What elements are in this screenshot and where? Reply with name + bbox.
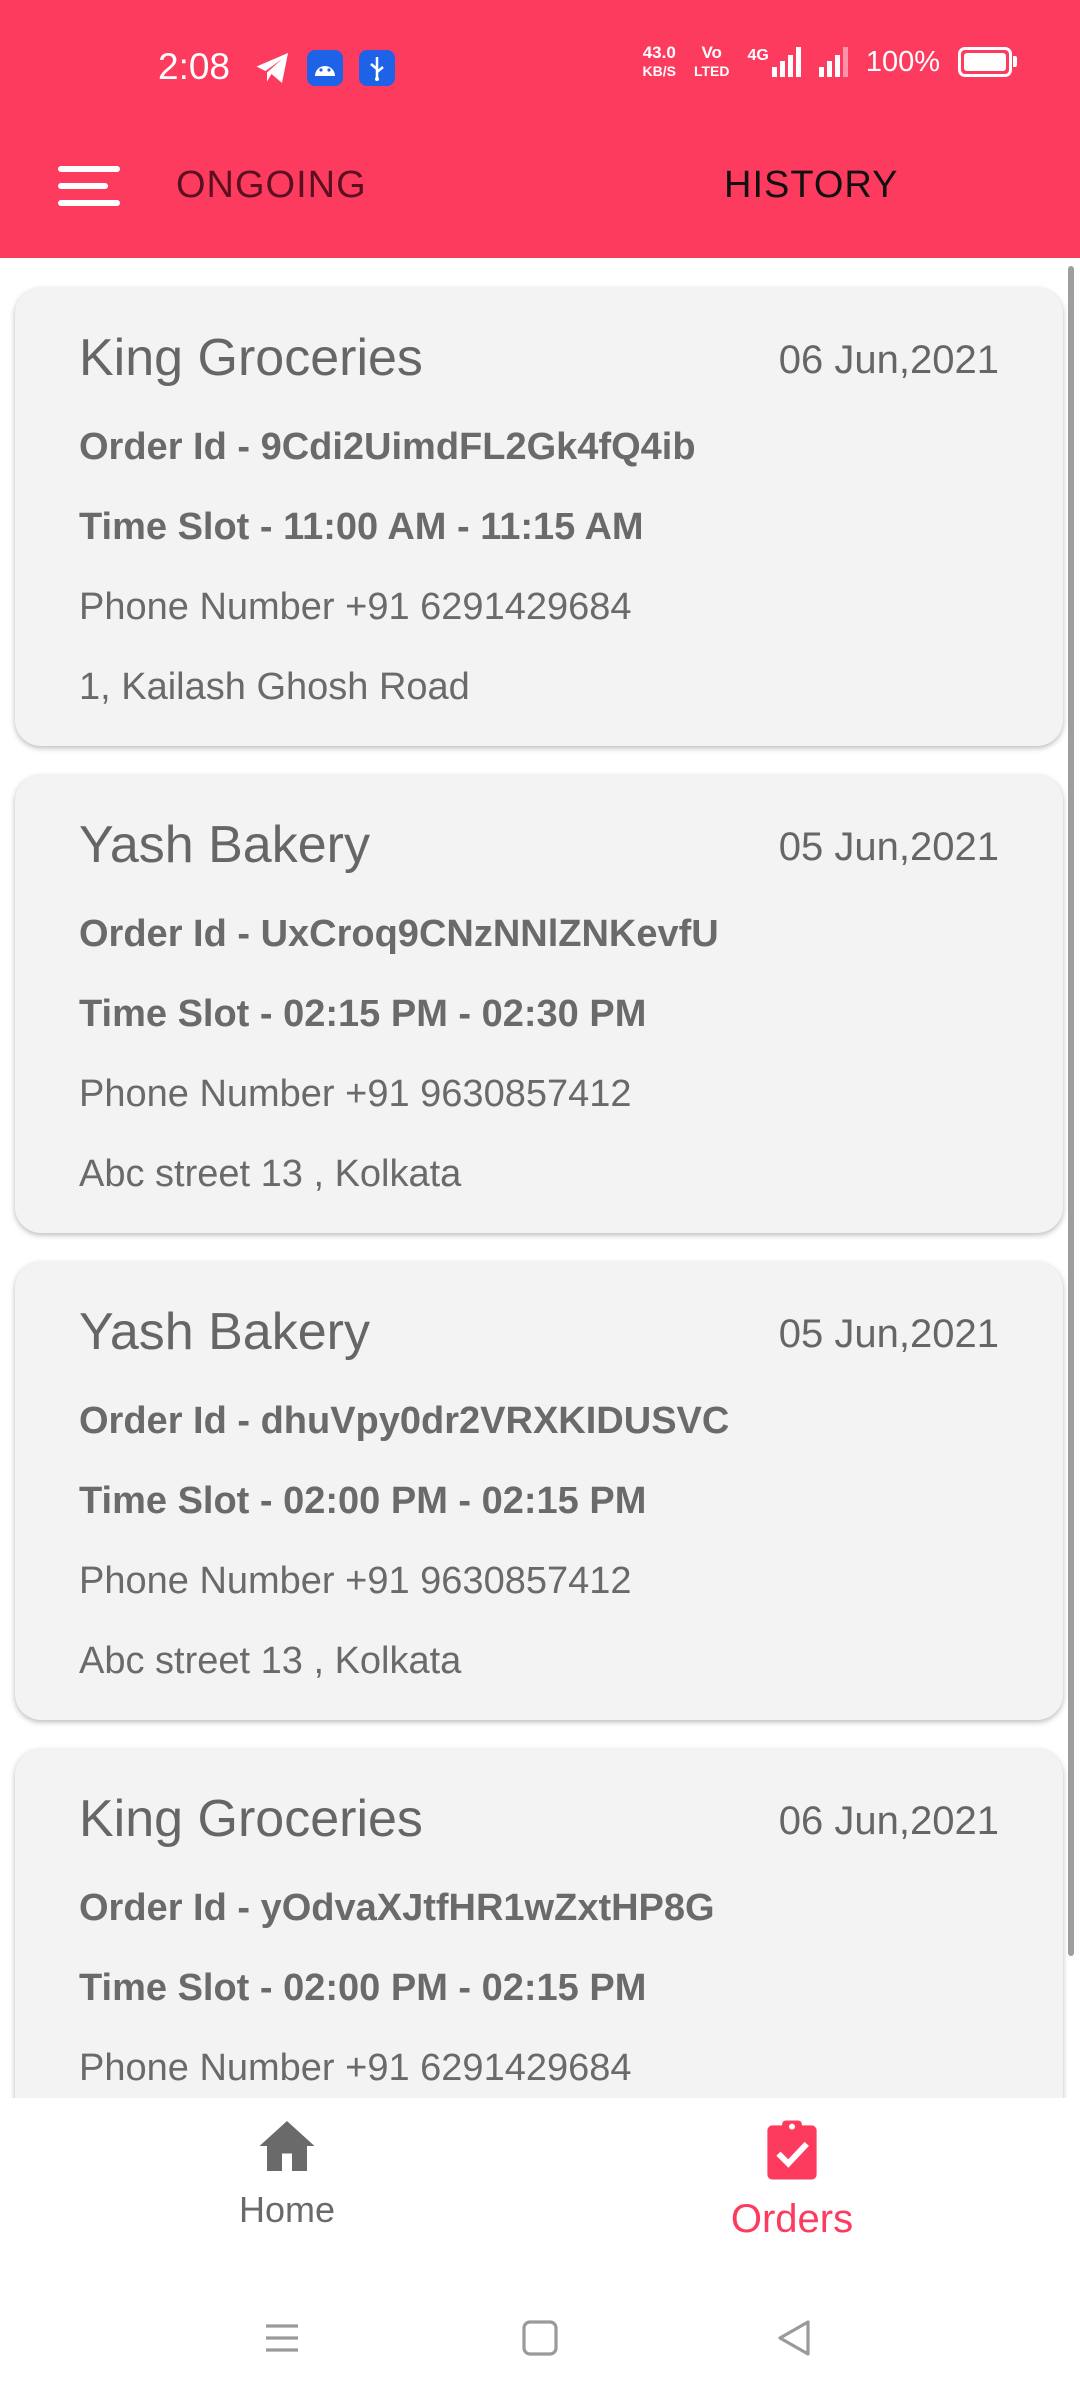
store-name: King Groceries xyxy=(79,329,423,387)
order-id: Order Id - UxCroq9CNzNNlZNKevfU xyxy=(79,913,719,955)
usb-icon xyxy=(359,50,395,86)
order-id: Order Id - dhuVpy0dr2VRXKIDUSVC xyxy=(79,1400,730,1442)
volte-label: Vo xyxy=(701,43,722,62)
tab-history[interactable]: HISTORY xyxy=(724,164,899,207)
nav-home[interactable]: Home xyxy=(137,2118,437,2231)
network-type: 4G xyxy=(747,47,769,64)
back-icon[interactable] xyxy=(774,2318,814,2358)
home-icon xyxy=(259,2121,315,2171)
network-speed-unit: KB/S xyxy=(642,63,676,79)
phone-number: Phone Number +91 6291429684 xyxy=(79,2047,632,2089)
orders-list[interactable]: King Groceries 06 Jun,2021 Order Id - 9C… xyxy=(0,258,1080,2098)
order-id: Order Id - yOdvaXJtfHR1wZxtHP8G xyxy=(79,1887,715,1929)
time-slot: Time Slot - 02:00 PM - 02:15 PM xyxy=(79,1967,647,2009)
address: Abc street 13 , Kolkata xyxy=(79,1640,462,1682)
order-date: 06 Jun,2021 xyxy=(778,1799,999,1843)
time-slot: Time Slot - 11:00 AM - 11:15 AM xyxy=(79,506,644,548)
nav-orders-label: Orders xyxy=(730,2197,854,2241)
network-speed-value: 43.0 xyxy=(642,43,676,62)
battery-icon xyxy=(958,47,1017,77)
order-date: 06 Jun,2021 xyxy=(778,338,999,382)
status-notification-icons xyxy=(255,50,395,86)
signal-icon xyxy=(818,47,848,77)
status-right-icons: 43.0 KB/S Vo LTED 4G 100% xyxy=(643,44,1017,80)
time-slot: Time Slot - 02:15 PM - 02:30 PM xyxy=(79,993,647,1035)
address: 1, Kailash Ghosh Road xyxy=(79,666,470,708)
volte-sub-label: LTED xyxy=(693,63,730,79)
nav-home-label: Home xyxy=(238,2189,336,2230)
status-bar: 2:08 43.0 KB/S Vo LTED 4G 100% xyxy=(0,0,1080,130)
app-bar: 2:08 43.0 KB/S Vo LTED 4G 100% ONGOING H… xyxy=(0,0,1080,258)
phone-number: Phone Number +91 9630857412 xyxy=(79,1560,632,1602)
signal-4g-icon: 4G xyxy=(747,47,801,77)
address: Abc street 13 , Kolkata xyxy=(79,1153,462,1195)
store-name: Yash Bakery xyxy=(79,1303,370,1361)
order-card[interactable]: King Groceries 06 Jun,2021 Order Id - 9C… xyxy=(15,288,1063,746)
system-navigation-bar xyxy=(0,2278,1080,2400)
time-slot: Time Slot - 02:00 PM - 02:15 PM xyxy=(79,1480,647,1522)
order-date: 05 Jun,2021 xyxy=(778,825,999,869)
menu-icon[interactable] xyxy=(58,162,124,210)
recents-icon[interactable] xyxy=(262,2318,302,2358)
order-id: Order Id - 9Cdi2UimdFL2Gk4fQ4ib xyxy=(79,426,696,468)
order-card[interactable]: King Groceries 06 Jun,2021 Order Id - yO… xyxy=(15,1749,1063,2098)
store-name: Yash Bakery xyxy=(79,816,370,874)
volte-indicator: Vo LTED xyxy=(694,44,730,80)
network-speed: 43.0 KB/S xyxy=(643,44,676,80)
phone-number: Phone Number +91 6291429684 xyxy=(79,586,632,628)
orders-icon xyxy=(767,2120,817,2180)
store-name: King Groceries xyxy=(79,1790,423,1848)
nav-orders[interactable]: Orders xyxy=(642,2118,942,2242)
telegram-icon xyxy=(256,53,288,83)
order-card[interactable]: Yash Bakery 05 Jun,2021 Order Id - dhuVp… xyxy=(15,1262,1063,1720)
scrollbar[interactable] xyxy=(1068,266,1074,1956)
tab-ongoing[interactable]: ONGOING xyxy=(176,164,367,207)
bottom-navigation: Home Orders xyxy=(0,2098,1080,2278)
battery-percent: 100% xyxy=(865,45,940,78)
order-date: 05 Jun,2021 xyxy=(778,1312,999,1356)
order-card[interactable]: Yash Bakery 05 Jun,2021 Order Id - UxCro… xyxy=(15,775,1063,1233)
home-button-icon[interactable] xyxy=(520,2318,560,2358)
phone-number: Phone Number +91 9630857412 xyxy=(79,1073,632,1115)
status-time: 2:08 xyxy=(158,46,231,87)
android-icon xyxy=(307,50,343,86)
